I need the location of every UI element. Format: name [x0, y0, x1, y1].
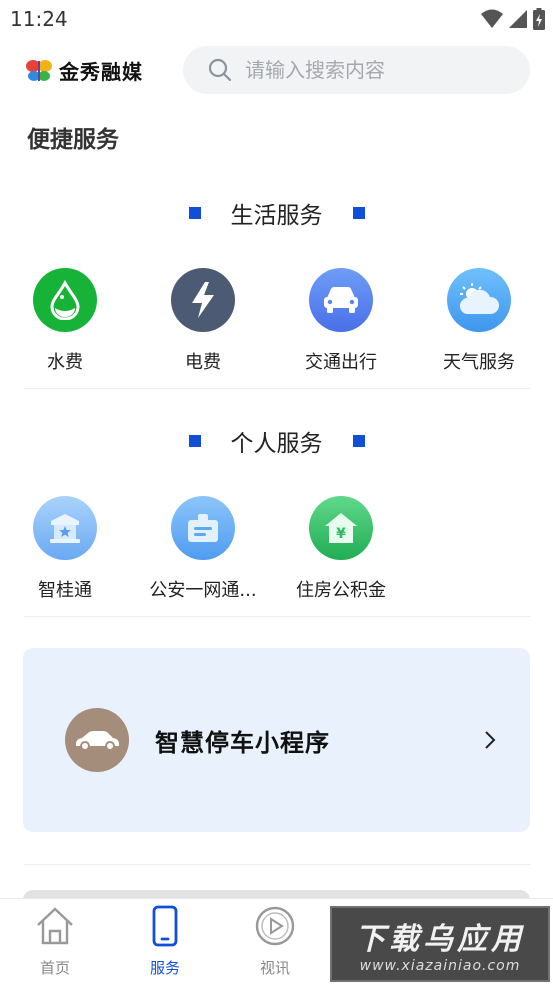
badge-icon: [171, 496, 235, 560]
divider: [24, 864, 530, 865]
section-title: 生活服务: [230, 203, 323, 229]
header: 金秀融媒: [0, 44, 553, 98]
tab-label: 服务: [149, 959, 180, 977]
tab-video[interactable]: 视讯: [220, 905, 330, 978]
search-input[interactable]: [245, 58, 495, 82]
tab-home[interactable]: 首页: [0, 905, 110, 978]
signal-icon: [509, 10, 527, 28]
cloud-sun-icon: [447, 268, 511, 332]
watermark-title: 下载乌应用: [355, 922, 525, 957]
divider: [24, 388, 530, 389]
house-yuan-icon: ¥: [309, 496, 373, 560]
section-marker: [352, 207, 365, 219]
status-time: 11:24: [10, 7, 68, 31]
lightning-icon: [171, 268, 235, 332]
building-star-icon: [33, 496, 97, 560]
section-marker: [188, 207, 201, 219]
wifi-icon: [481, 9, 503, 28]
service-housing-fund[interactable]: ¥ 住房公积金: [276, 496, 406, 602]
watermark-url: www.xiazainiao.com: [359, 958, 521, 974]
service-label: 水费: [47, 352, 83, 373]
play-icon: [255, 906, 295, 946]
service-weather[interactable]: 天气服务: [414, 268, 544, 374]
smart-parking-banner[interactable]: 智慧停车小程序: [23, 648, 530, 832]
home-icon: [37, 907, 73, 945]
search-bar[interactable]: [183, 46, 530, 94]
service-electric-fee[interactable]: 电费: [138, 268, 268, 374]
section-header-life: 生活服务: [0, 196, 553, 230]
section-header-personal: 个人服务: [0, 424, 553, 458]
service-water-fee[interactable]: 水费: [0, 268, 130, 374]
water-drop-icon: [33, 268, 97, 332]
app-screen: 11:24 金秀融媒 便捷服务: [0, 0, 553, 984]
car-icon: [65, 708, 129, 772]
logo-text: 金秀融媒: [59, 60, 143, 84]
app-logo[interactable]: 金秀融媒: [25, 56, 143, 85]
page-title: 便捷服务: [27, 127, 119, 153]
divider: [24, 616, 530, 617]
service-label: 住房公积金: [296, 580, 386, 601]
battery-icon: [533, 8, 545, 30]
service-zhiguitong[interactable]: 智桂通: [0, 496, 130, 602]
service-label: 天气服务: [443, 352, 515, 373]
service-label: 电费: [185, 352, 221, 373]
phone-icon: [152, 905, 178, 947]
tab-label: 首页: [39, 959, 70, 977]
service-police-portal[interactable]: 公安一网通...: [138, 496, 268, 602]
service-label: 交通出行: [305, 352, 377, 373]
status-icons: [481, 8, 545, 30]
chevron-right-icon: [485, 731, 496, 749]
section-title: 个人服务: [230, 431, 323, 457]
butterfly-logo-icon: [26, 59, 52, 81]
service-traffic[interactable]: 交通出行: [276, 268, 406, 374]
tab-services[interactable]: 服务: [110, 905, 220, 978]
section-marker: [352, 435, 365, 447]
banner-title: 智慧停车小程序: [155, 728, 330, 757]
tab-label: 视讯: [259, 959, 290, 977]
svg-text:¥: ¥: [336, 526, 346, 542]
watermark-overlay: 下载乌应用 www.xiazainiao.com: [330, 906, 550, 982]
service-label: 智桂通: [38, 580, 92, 601]
status-bar: 11:24: [0, 0, 553, 38]
service-label: 公安一网通...: [149, 580, 257, 601]
search-icon: [208, 58, 232, 82]
section-marker: [188, 435, 201, 447]
car-icon: [309, 268, 373, 332]
